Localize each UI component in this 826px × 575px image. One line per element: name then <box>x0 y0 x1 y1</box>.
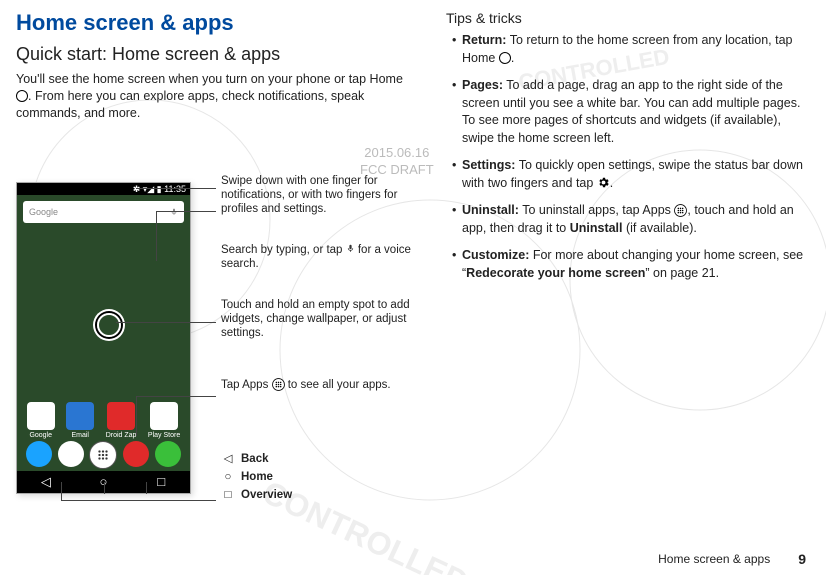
tip-uninstall: Uninstall: To uninstall apps, tap Apps ,… <box>452 202 810 237</box>
tips-title: Tips & tricks <box>446 10 810 26</box>
intro-part1: You'll see the home screen when you turn… <box>16 72 403 86</box>
tip-label: Settings: <box>462 158 515 172</box>
tip-label: Uninstall: <box>462 203 519 217</box>
tip-customize: Customize: For more about changing your … <box>452 247 810 282</box>
back-button[interactable]: ◁ <box>39 474 53 490</box>
empty-spot-indicator <box>97 313 121 337</box>
intro-text: You'll see the home screen when you turn… <box>16 71 416 122</box>
app-play-store[interactable]: Play Store <box>148 402 180 439</box>
tip-text: To add a page, drag an app to the right … <box>462 78 800 145</box>
draft-stamp: 2015.06.16 FCC DRAFT <box>360 145 434 179</box>
apps-icon <box>674 204 687 217</box>
tip-link[interactable]: Redecorate your home screen <box>466 266 645 280</box>
app-label: Droid Zap <box>106 432 137 439</box>
tip-label: Return: <box>462 33 506 47</box>
camera-icon[interactable] <box>155 441 181 467</box>
home-label: Home <box>241 468 273 486</box>
callout-text: Search by typing, or tap <box>221 244 346 256</box>
tip-settings: Settings: To quickly open settings, swip… <box>452 157 810 192</box>
tip-text: (if available). <box>623 221 697 235</box>
app-row: Google Email Droid Zap Play Store <box>17 402 190 439</box>
draft-date: 2015.06.16 <box>360 145 434 162</box>
overview-button[interactable]: □ <box>154 474 168 489</box>
app-google[interactable]: Google <box>27 402 55 439</box>
tip-text: . <box>610 176 613 190</box>
tip-return: Return: To return to the home screen fro… <box>452 32 810 67</box>
status-bar: ✱ ▾◢ ▮ 11:35 <box>17 183 190 195</box>
overview-glyph-icon: □ <box>221 486 235 504</box>
phone-mock: ✱ ▾◢ ▮ 11:35 Google Google Email Droid Z… <box>16 182 191 494</box>
phone-icon[interactable] <box>26 441 52 467</box>
tip-pages: Pages: To add a page, drag an app to the… <box>452 77 810 147</box>
mic-icon <box>170 206 178 218</box>
home-icon <box>499 52 511 64</box>
overview-label: Overview <box>241 486 292 504</box>
callout-text: to see all your apps. <box>285 379 391 391</box>
google-search-box[interactable]: Google <box>23 201 184 223</box>
tip-text: To uninstall apps, tap Apps <box>519 203 674 217</box>
phone-diagram: ✱ ▾◢ ▮ 11:35 Google Google Email Droid Z… <box>16 182 416 512</box>
home-glyph-icon: ○ <box>221 468 235 486</box>
app-droid-zap[interactable]: Droid Zap <box>106 402 137 439</box>
draft-label: FCC DRAFT <box>360 162 434 179</box>
back-glyph-icon: ◁ <box>221 450 235 468</box>
messaging-icon[interactable] <box>123 441 149 467</box>
chrome-icon[interactable] <box>58 441 84 467</box>
footer-section: Home screen & apps <box>658 552 770 566</box>
callout-text: Tap Apps <box>221 379 272 391</box>
mic-icon <box>346 242 355 255</box>
app-label: Email <box>71 432 89 439</box>
apps-icon[interactable] <box>89 441 117 469</box>
callout-status: Swipe down with one finger for notificat… <box>221 174 421 217</box>
google-label: Google <box>29 207 58 217</box>
gear-icon <box>597 176 610 189</box>
tip-text: . <box>511 51 514 65</box>
tip-text: ” on page 21. <box>645 266 719 280</box>
page-subtitle: Quick start: Home screen & apps <box>16 44 416 65</box>
back-label: Back <box>241 450 269 468</box>
intro-part2: . From here you can explore apps, check … <box>16 89 364 120</box>
status-time: 11:35 <box>164 184 186 194</box>
tips-list: Return: To return to the home screen fro… <box>446 32 810 282</box>
app-email[interactable]: Email <box>66 402 94 439</box>
callout-apps: Tap Apps to see all your apps. <box>221 378 391 392</box>
callout-empty-spot: Touch and hold an empty spot to add widg… <box>221 298 421 341</box>
tip-label: Customize: <box>462 248 529 262</box>
page-footer: Home screen & apps 9 <box>658 551 806 567</box>
dock <box>17 441 190 469</box>
footer-page-number: 9 <box>798 551 806 567</box>
app-label: Google <box>29 432 52 439</box>
tip-label: Pages: <box>462 78 503 92</box>
tip-bold: Uninstall <box>570 221 623 235</box>
nav-labels: ◁ Back ○ Home □ Overview <box>221 450 292 505</box>
home-icon <box>16 90 28 102</box>
callout-search: Search by typing, or tap for a voice sea… <box>221 242 421 272</box>
page-title: Home screen & apps <box>16 10 416 36</box>
app-label: Play Store <box>148 432 180 439</box>
apps-icon <box>272 378 285 391</box>
